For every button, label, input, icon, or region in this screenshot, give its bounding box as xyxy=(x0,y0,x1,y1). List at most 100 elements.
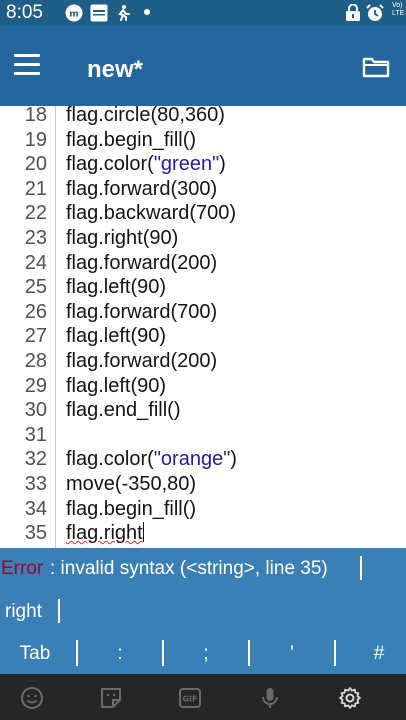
code-line[interactable]: 21 flag.forward(300) xyxy=(0,177,406,202)
code-token: flag.forward(200) xyxy=(66,251,218,274)
code-line[interactable]: 29 flag.left(90) xyxy=(0,374,406,399)
code-token: flag.left(90) xyxy=(66,325,167,348)
code-line[interactable]: 23 flag.right(90) xyxy=(0,226,406,251)
key-tab[interactable]: Tab xyxy=(0,634,70,674)
microphone-icon[interactable] xyxy=(258,686,282,710)
line-number: 33 xyxy=(24,473,47,495)
line-number: 23 xyxy=(24,227,47,249)
line-number: 27 xyxy=(24,325,47,348)
code-line[interactable]: 33 move(-350,80) xyxy=(0,472,406,497)
line-number: 19 xyxy=(24,128,47,151)
code-text: flag.forward(200) xyxy=(66,251,217,275)
line-number: 20 xyxy=(24,153,47,176)
line-number: 22 xyxy=(24,202,47,225)
code-line[interactable]: 20 flag.color("green") xyxy=(0,152,406,177)
string-literal: "green" xyxy=(153,153,220,176)
code-token: flag.begin_fill() xyxy=(66,497,197,520)
line-number: 21 xyxy=(24,177,47,200)
code-line[interactable]: 35 flag.right xyxy=(0,521,406,546)
error-message: : invalid syntax (<string>, line 35) xyxy=(50,558,328,579)
code-text: flag.forward(700) xyxy=(66,300,217,324)
key-hash[interactable]: # xyxy=(344,634,406,674)
code-line[interactable]: 19 flag.begin_fill() xyxy=(0,128,406,153)
code-line[interactable]: 26 flag.forward(700) xyxy=(0,300,406,325)
code-editor[interactable]: 18 flag.circle(80,360) 19 flag.begin_fill()… xyxy=(0,106,406,548)
alarm-lock-icon xyxy=(346,4,360,21)
key-separator xyxy=(76,640,78,666)
line-number: 28 xyxy=(24,350,47,372)
code-token: flag.left(90) xyxy=(66,276,167,299)
open-folder-icon[interactable] xyxy=(362,56,390,78)
code-token: move(-350,80) xyxy=(66,473,197,495)
line-number: 35 xyxy=(24,522,47,545)
news-notification-icon xyxy=(90,4,108,22)
code-line[interactable]: 30 flag.end_fill() xyxy=(0,398,406,423)
code-text: flag.color("orange") xyxy=(66,447,237,471)
line-number: 31 xyxy=(24,423,47,446)
code-token: flag.backward(700) xyxy=(66,202,237,225)
code-line[interactable]: 25 flag.left(90) xyxy=(0,275,406,300)
error-separator xyxy=(360,556,362,580)
code-text: flag.begin_fill() xyxy=(66,497,196,521)
key-semicolon[interactable]: ; xyxy=(168,634,244,674)
code-text: flag.right xyxy=(66,521,144,545)
key-separator xyxy=(334,640,336,666)
code-token: ) xyxy=(219,153,226,176)
symbol-keys-bar: Tab : ; ' # xyxy=(0,634,406,674)
code-text: flag.left(90) xyxy=(66,324,166,348)
gif-icon[interactable]: GIF xyxy=(178,686,202,710)
code-text: move(-350,80) xyxy=(66,472,196,496)
sticker-icon[interactable] xyxy=(99,686,123,710)
code-token: flag.begin_fill() xyxy=(66,128,197,151)
key-colon[interactable]: : xyxy=(82,634,158,674)
app-notification-icon: m xyxy=(65,4,83,22)
volte-indicator: Vo) LTE xyxy=(392,2,405,17)
code-token: flag.right xyxy=(66,522,143,545)
code-token: flag.color( xyxy=(66,448,154,471)
code-line[interactable]: 34 flag.begin_fill() xyxy=(0,497,406,522)
more-notifications-dot-icon xyxy=(144,9,150,15)
code-token: flag.forward(700) xyxy=(66,300,218,323)
code-text: flag.begin_fill() xyxy=(66,128,196,152)
fitness-notification-icon xyxy=(118,5,130,21)
code-line[interactable]: 27 flag.left(90) xyxy=(0,324,406,349)
error-bar: Error : invalid syntax (<string>, line 3… xyxy=(0,548,406,590)
key-separator xyxy=(248,640,250,666)
code-line[interactable]: 31 xyxy=(0,423,406,448)
svg-text:GIF: GIF xyxy=(182,695,197,704)
settings-gear-icon[interactable] xyxy=(338,686,362,710)
string-literal: "orange" xyxy=(153,448,231,471)
code-line[interactable]: 28 flag.forward(200) xyxy=(0,349,406,374)
code-line[interactable]: 22 flag.backward(700) xyxy=(0,201,406,226)
menu-icon[interactable] xyxy=(14,54,42,76)
file-title: new* xyxy=(87,56,144,83)
code-token: flag.circle(80,360) xyxy=(66,106,225,126)
key-quote[interactable]: ' xyxy=(254,634,330,674)
error-label: Error xyxy=(1,558,44,579)
code-line[interactable]: 18 flag.circle(80,360) xyxy=(0,106,406,128)
emoji-icon[interactable] xyxy=(20,686,44,710)
svg-text:m: m xyxy=(69,10,78,20)
text-caret xyxy=(142,522,144,543)
code-token: flag.forward(200) xyxy=(66,350,218,372)
input-caret xyxy=(58,599,60,623)
status-time: 8:05 xyxy=(6,2,43,23)
code-line[interactable]: 24 flag.forward(200) xyxy=(0,251,406,276)
status-bar: 8:05 m Vo) LTE xyxy=(0,0,406,26)
code-line[interactable]: 32 flag.color("orange") xyxy=(0,447,406,472)
console-input[interactable]: right xyxy=(5,601,42,623)
line-number: 24 xyxy=(24,251,47,274)
app-bar: new* xyxy=(0,26,406,106)
console-input-row[interactable]: right xyxy=(0,590,406,634)
line-number: 30 xyxy=(24,399,47,422)
code-token: flag.forward(300) xyxy=(66,177,218,200)
code-token: flag.color( xyxy=(66,153,154,176)
code-text: flag.circle(80,360) xyxy=(66,106,225,127)
code-text: flag.backward(700) xyxy=(66,201,236,225)
line-number: 29 xyxy=(24,374,47,397)
keyboard-toolbar: GIF xyxy=(0,674,406,720)
code-text: flag.forward(200) xyxy=(66,349,217,373)
code-text: flag.color("green") xyxy=(66,152,226,176)
code-token: ) xyxy=(230,448,237,471)
code-text: flag.forward(300) xyxy=(66,177,217,201)
